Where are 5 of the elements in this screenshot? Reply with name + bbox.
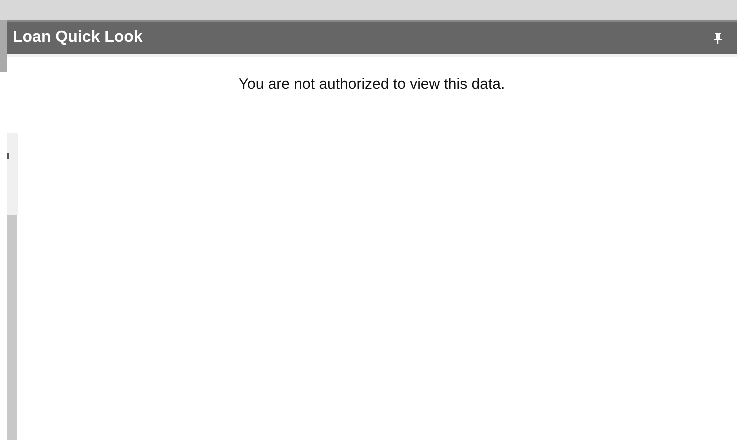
- side-scroll-thumb[interactable]: [7, 215, 17, 440]
- panel-title: Loan Quick Look: [13, 29, 143, 47]
- pin-icon[interactable]: [713, 32, 723, 44]
- authorization-message: You are not authorized to view this data.: [238, 76, 506, 93]
- collapse-tab[interactable]: [0, 20, 7, 72]
